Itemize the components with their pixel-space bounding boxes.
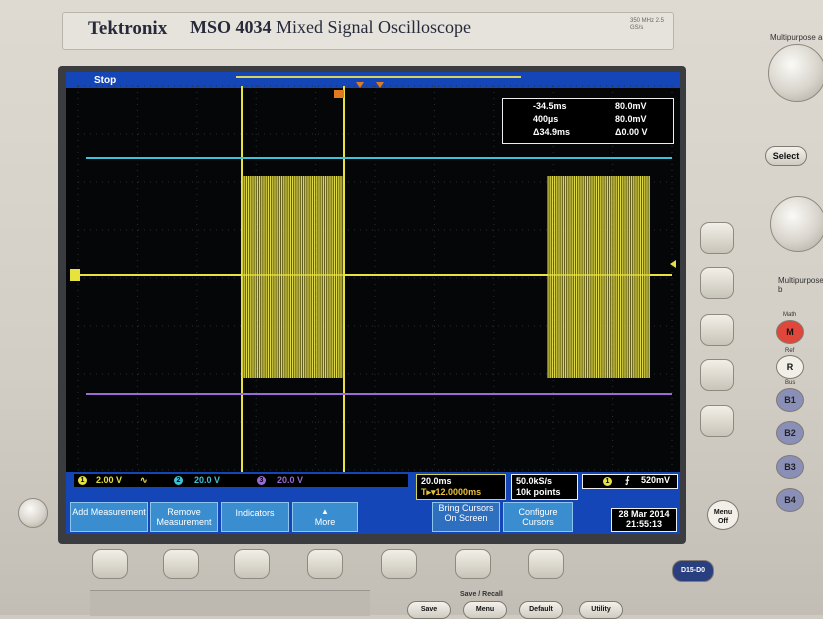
model-name: MSO 4034 Mixed Signal Oscilloscope <box>190 17 471 38</box>
indicators-button[interactable]: Indicators <box>221 502 289 532</box>
cursor-row-1: -34.5ms 80.0mV <box>503 101 673 112</box>
record-length: 10k points <box>516 487 561 497</box>
bandwidth-label: 350 MHz 2.5 GS/s <box>630 18 665 31</box>
bus-b3-button[interactable]: B3 <box>776 455 804 479</box>
side-button-e[interactable] <box>700 405 734 437</box>
bus-label: Bus <box>785 380 796 386</box>
select-button[interactable]: Select <box>765 146 807 166</box>
cursor-b-time: 400µs <box>533 114 559 124</box>
cursor-a-volts: 80.0mV <box>615 101 647 111</box>
math-label: Math <box>783 312 797 318</box>
ch1-ground-marker[interactable] <box>70 269 80 281</box>
cursor-b-volts: 80.0mV <box>615 114 647 124</box>
trigger-readout: 1 ⨍ 520mV <box>582 474 678 489</box>
bottom-readout-area: 1 2.00 V ∿ 2 20.0 V 3 20.0 V 20.0ms T▸▾1… <box>66 472 680 534</box>
side-button-d[interactable] <box>700 359 734 391</box>
ref-label: Ref <box>785 348 795 354</box>
trigger-position-marker <box>334 90 344 98</box>
ref-button[interactable]: R <box>776 355 804 379</box>
sample-rate: 50.0kS/s <box>516 476 553 486</box>
usb-area <box>90 590 370 616</box>
multipurpose-a-label: Multipurpose a <box>770 33 823 42</box>
power-indicator <box>18 498 48 528</box>
ch3-badge[interactable]: 3 <box>257 476 266 485</box>
menu-off-button[interactable]: Menu Off <box>707 500 739 530</box>
ch1-scale: 2.00 V <box>96 475 123 485</box>
cursor-delta-time: Δ34.9ms <box>533 127 570 137</box>
more-label: More <box>314 517 336 527</box>
expansion-point-icon <box>356 82 364 88</box>
cursor-b-line[interactable] <box>343 86 345 472</box>
cursor-readout: -34.5ms 80.0mV 400µs 80.0mV Δ34.9ms Δ0.00 V <box>502 98 674 144</box>
save-recall-menu-button[interactable]: Menu <box>463 601 507 619</box>
cursor-row-3: Δ34.9ms Δ0.00 V <box>503 127 673 138</box>
multipurpose-b-knob[interactable] <box>770 196 823 252</box>
side-button-a[interactable] <box>700 222 734 254</box>
sample-readout: 50.0kS/s 10k points <box>511 474 578 500</box>
bottom-button-3[interactable] <box>234 549 270 579</box>
more-button[interactable]: ▲ More <box>292 502 358 532</box>
side-button-b[interactable] <box>700 267 734 299</box>
math-button[interactable]: M <box>776 320 804 344</box>
model-description: Mixed Signal Oscilloscope <box>276 17 471 37</box>
timebase-scale: 20.0ms <box>421 476 452 486</box>
trigger-marker-icon <box>376 82 384 88</box>
utility-button[interactable]: Utility <box>579 601 623 619</box>
bottom-button-4[interactable] <box>307 549 343 579</box>
cursor-row-2: 400µs 80.0mV <box>503 114 673 125</box>
bring-cursors-button[interactable]: Bring Cursors On Screen <box>432 502 500 532</box>
ch1-burst-1 <box>241 176 343 378</box>
bottom-button-6[interactable] <box>455 549 491 579</box>
bus-b4-button[interactable]: B4 <box>776 488 804 512</box>
bottom-button-7[interactable] <box>528 549 564 579</box>
save-button[interactable]: Save <box>407 601 451 619</box>
time-label: 21:55:13 <box>625 519 663 529</box>
save-recall-label: Save / Recall <box>460 591 503 598</box>
bottom-button-5[interactable] <box>381 549 417 579</box>
multipurpose-a-knob[interactable] <box>768 44 823 102</box>
bus-b1-button[interactable]: B1 <box>776 388 804 412</box>
date-label: 28 Mar 2014 <box>618 509 670 519</box>
ch1-badge[interactable]: 1 <box>78 476 87 485</box>
digital-channels-button[interactable]: D15-D0 <box>672 560 714 582</box>
configure-cursors-button[interactable]: Configure Cursors <box>503 502 573 532</box>
timebase-readout: 20.0ms T▸▾12.0000ms <box>416 474 506 500</box>
cursor-a-time: -34.5ms <box>533 101 567 111</box>
brand-logo: Tektronix <box>88 18 168 39</box>
trigger-level-marker <box>670 260 676 268</box>
more-up-icon: ▲ <box>321 507 329 516</box>
remove-measurement-button[interactable]: Remove Measurement <box>150 502 218 532</box>
default-setup-button[interactable]: Default <box>519 601 563 619</box>
channel-readouts: 1 2.00 V ∿ 2 20.0 V 3 20.0 V <box>74 474 408 487</box>
trigger-delay: T▸▾12.0000ms <box>421 487 482 497</box>
side-button-c[interactable] <box>700 314 734 346</box>
cursor-delta-volts: Δ0.00 V <box>615 127 648 137</box>
bus-b2-button[interactable]: B2 <box>776 421 804 445</box>
ch1-coupling-icon: ∿ <box>140 475 148 485</box>
display-screen: Stop -34.5ms 80.0mV 400µs 80.0mV Δ34.9ms Δ0… <box>66 72 680 534</box>
ch2-scale: 20.0 V <box>194 475 221 485</box>
record-view-bar <box>236 76 521 78</box>
trigger-slope-icon: ⨍ <box>625 475 630 485</box>
trigger-source-badge: 1 <box>603 477 612 486</box>
ch3-scale: 20.0 V <box>277 475 304 485</box>
bottom-button-1[interactable] <box>92 549 128 579</box>
bottom-button-2[interactable] <box>163 549 199 579</box>
date-time: 28 Mar 2014 21:55:13 <box>611 508 677 532</box>
multipurpose-b-label: Multipurpose b <box>778 276 823 294</box>
add-measurement-button[interactable]: Add Measurement <box>70 502 148 532</box>
ch1-burst-2 <box>547 176 650 378</box>
model-number: MSO 4034 <box>190 17 272 37</box>
ch2-badge[interactable]: 2 <box>174 476 183 485</box>
trigger-level: 520mV <box>641 475 671 485</box>
